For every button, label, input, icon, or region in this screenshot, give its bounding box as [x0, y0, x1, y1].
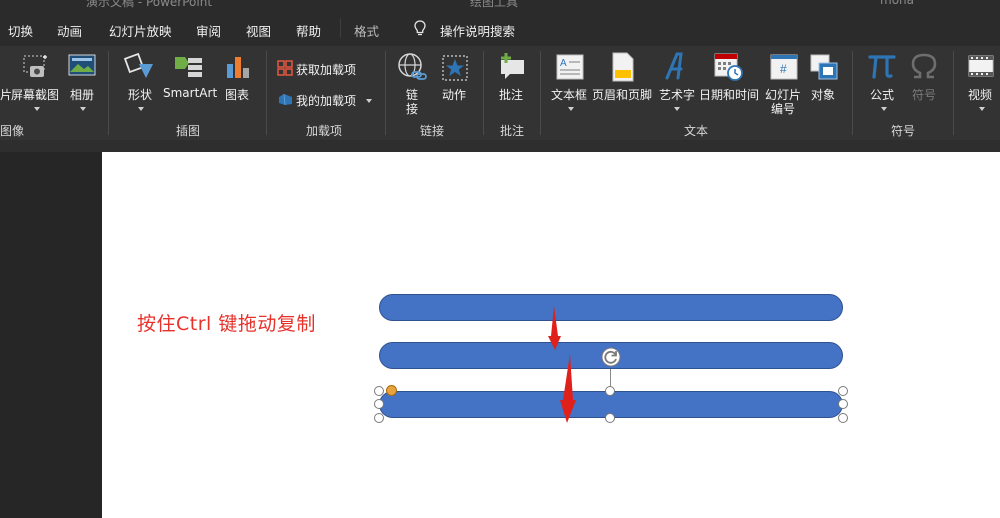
resize-handle-bottom[interactable] [605, 413, 615, 423]
chevron-down-icon [881, 107, 887, 111]
pi-icon [868, 50, 896, 84]
textbox-icon: A [556, 54, 584, 84]
chevron-down-icon [979, 107, 985, 111]
ribbon-tabs: 切换 动画 幻灯片放映 审阅 视图 帮助 格式 操作说明搜索 [0, 8, 1000, 46]
video-button[interactable]: 视频 [962, 46, 1000, 116]
date-time-button[interactable]: 日期和时间 [698, 46, 762, 116]
resize-handle-top-left[interactable] [374, 386, 384, 396]
group-divider [385, 51, 386, 135]
textbox-button[interactable]: A 文本框 [548, 46, 592, 116]
object-button[interactable]: 对象 [806, 46, 846, 116]
tab-divider [340, 18, 341, 38]
tab-animations[interactable]: 动画 [57, 21, 82, 40]
shapes-button[interactable]: 形状 [120, 46, 160, 116]
chevron-down-icon [138, 107, 144, 111]
ribbon-shadow [0, 140, 1000, 152]
link-button[interactable]: 链 接 [392, 46, 432, 118]
my-addins-button[interactable]: 我的加载项 [276, 90, 376, 110]
group-label-symbols: 符号 [891, 124, 916, 138]
title-bar: 演示文稿 - PowerPoint 绘图工具 mona [0, 0, 1000, 9]
comment-icon [497, 52, 527, 84]
action-button[interactable]: 动作 [436, 46, 476, 116]
red-arrow-down-icon [548, 306, 561, 350]
tab-format[interactable]: 格式 [354, 21, 379, 40]
tab-transitions[interactable]: 切换 [8, 21, 33, 40]
group-label-text: 文本 [684, 124, 709, 138]
puzzle-icon [278, 91, 293, 110]
resize-handle-bottom-right[interactable] [838, 413, 848, 423]
adjust-handle[interactable] [386, 385, 397, 396]
tab-view[interactable]: 视图 [246, 21, 271, 40]
object-icon [810, 54, 838, 84]
lightbulb-icon[interactable] [414, 20, 426, 41]
shapes-icon [123, 52, 156, 84]
slide-caption[interactable]: 按住Ctrl 键拖动复制 [137, 309, 316, 336]
svg-text:A: A [560, 58, 567, 69]
tab-help[interactable]: 帮助 [296, 21, 321, 40]
omega-icon [910, 52, 938, 84]
group-divider [108, 51, 109, 135]
chevron-down-icon [568, 107, 574, 111]
group-label-illustrations: 插图 [176, 124, 201, 138]
photo-album-button[interactable]: 相册 [64, 46, 100, 116]
tab-slideshow[interactable]: 幻灯片放映 [109, 21, 172, 40]
equation-button[interactable]: 公式 [862, 46, 902, 116]
store-icon [277, 60, 293, 80]
resize-handle-bottom-left[interactable] [374, 413, 384, 423]
chevron-down-icon [80, 107, 86, 111]
group-label-links: 链接 [420, 124, 445, 138]
group-label-images: 图像 [0, 124, 25, 138]
calendar-clock-icon [714, 52, 744, 86]
photo-album-icon [68, 54, 96, 82]
group-divider [540, 51, 541, 135]
tab-review[interactable]: 审阅 [196, 21, 221, 40]
drag-arrows [548, 306, 576, 423]
user-name: mona [880, 0, 914, 7]
header-footer-button[interactable]: 页眉和页脚 [592, 46, 654, 116]
header-footer-icon [612, 52, 634, 86]
video-film-icon [968, 54, 994, 82]
group-divider [483, 51, 484, 135]
resize-handle-left[interactable] [374, 399, 384, 409]
group-divider [953, 51, 954, 135]
red-arrow-down-icon [560, 354, 576, 423]
chevron-down-icon [34, 107, 40, 111]
chevron-down-icon [674, 107, 680, 111]
group-label-addins: 加载项 [306, 124, 343, 138]
resize-handle-top-right[interactable] [838, 386, 848, 396]
slide-number-button[interactable]: # 幻灯片 编号 [764, 46, 804, 118]
group-label-comments: 批注 [500, 124, 525, 138]
action-star-icon [441, 54, 469, 86]
link-globe-icon [397, 52, 427, 86]
smartart-icon [174, 54, 204, 84]
wordart-button[interactable]: 艺术字 [656, 46, 698, 116]
wordart-icon [664, 52, 690, 84]
get-addins-button[interactable]: 获取加载项 [276, 60, 376, 80]
resize-handle-top[interactable] [605, 386, 615, 396]
group-divider [266, 51, 267, 135]
ribbon-insert: 片 屏幕截图 相册 图像 形状 SmartArt 图表 插图 获取加载项 我的加… [0, 46, 1000, 140]
screenshot-button[interactable]: 屏幕截图 [11, 46, 62, 116]
rounded-bar-original[interactable] [379, 294, 843, 321]
chevron-down-icon [366, 99, 372, 103]
screenshot-icon [22, 54, 48, 84]
svg-text:#: # [780, 62, 787, 76]
rotate-handle-icon[interactable] [599, 345, 623, 373]
slide-number-icon: # [770, 54, 798, 84]
resize-handle-right[interactable] [838, 399, 848, 409]
chart-button[interactable]: 图表 [222, 46, 254, 116]
symbol-button[interactable]: 符号 [904, 46, 944, 116]
tell-me-search[interactable]: 操作说明搜索 [440, 21, 515, 40]
comment-button[interactable]: 批注 [492, 46, 532, 116]
group-divider [852, 51, 853, 135]
chart-icon [225, 54, 251, 84]
smartart-button[interactable]: SmartArt [162, 46, 218, 116]
